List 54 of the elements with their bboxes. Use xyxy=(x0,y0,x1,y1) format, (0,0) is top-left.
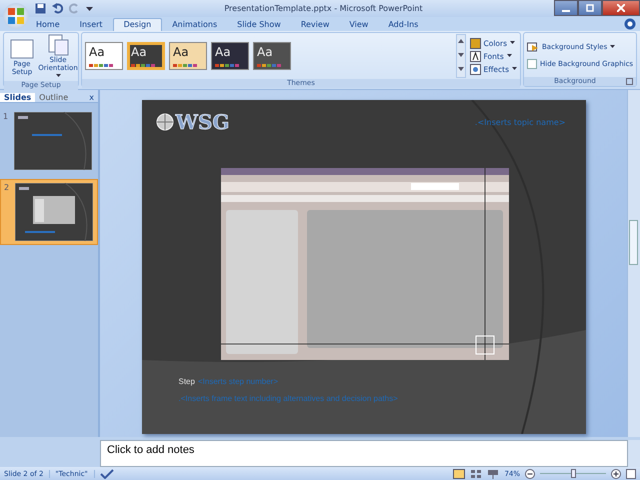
caret-icon xyxy=(510,41,515,45)
zoom-in-icon[interactable] xyxy=(611,468,621,478)
effects-icon xyxy=(470,64,480,74)
restore-icon xyxy=(586,4,594,12)
caret-icon xyxy=(56,74,60,78)
slide-show-icon[interactable] xyxy=(487,468,500,478)
theme-thumbnail[interactable]: Aa xyxy=(85,42,123,70)
restore-button[interactable] xyxy=(578,0,602,16)
spell-check-icon[interactable] xyxy=(100,468,114,478)
caret-icon xyxy=(506,54,512,58)
close-pane-button[interactable]: x xyxy=(89,93,94,102)
slide-thumbnail-item[interactable]: 2 xyxy=(0,179,98,245)
window-title: PresentationTemplate.pptx - Microsoft PowerPoint xyxy=(223,4,424,13)
ribbon-tab[interactable]: Home xyxy=(26,19,70,31)
minimize-button[interactable] xyxy=(554,0,578,16)
background-icon xyxy=(527,42,539,52)
ribbon-tab[interactable]: Add-Ins xyxy=(378,19,428,31)
caret-icon xyxy=(512,67,517,71)
ribbon-tab[interactable]: View xyxy=(339,19,378,31)
office-button[interactable] xyxy=(3,3,29,29)
gallery-scroll[interactable] xyxy=(456,34,466,78)
zoom-out-icon[interactable] xyxy=(525,468,535,478)
close-button[interactable] xyxy=(602,0,640,16)
pages-icon xyxy=(46,34,70,56)
theme-thumbnail[interactable]: Aa xyxy=(211,42,249,70)
fit-window-icon[interactable] xyxy=(626,468,636,478)
logo: WSG xyxy=(156,110,230,134)
normal-view-icon[interactable] xyxy=(453,468,466,478)
caret-icon[interactable] xyxy=(86,5,93,12)
slide-sorter-icon[interactable] xyxy=(470,468,482,478)
theme-thumbnail[interactable]: Aa xyxy=(127,42,165,70)
undo-icon[interactable] xyxy=(52,3,63,14)
close-icon xyxy=(617,4,625,12)
ribbon-tab[interactable]: Animations xyxy=(162,19,228,31)
panel-tab[interactable]: Slides xyxy=(0,93,36,102)
step-label: Step xyxy=(178,377,195,386)
font-icon xyxy=(470,50,480,62)
theme-thumbnail[interactable]: Aa xyxy=(169,42,207,70)
panel-tab[interactable]: Outline xyxy=(35,93,72,102)
ribbon-tab[interactable]: Slide Show xyxy=(227,19,291,31)
dialog-launcher-icon[interactable] xyxy=(626,78,633,85)
theme-thumbnail[interactable]: Aa xyxy=(253,42,291,70)
help-icon[interactable] xyxy=(624,18,636,30)
ribbon-tab[interactable]: Review xyxy=(290,19,340,31)
page-icon xyxy=(10,38,34,60)
scrollbar[interactable] xyxy=(627,90,640,437)
ribbon-tab[interactable]: Insert xyxy=(70,19,113,31)
palette-icon xyxy=(470,38,480,48)
scrollbar[interactable] xyxy=(628,440,640,467)
save-icon[interactable] xyxy=(35,3,46,14)
ribbon-tab[interactable]: Design xyxy=(112,18,162,31)
caret-icon xyxy=(610,45,616,49)
notes-field[interactable]: Click to add notes xyxy=(100,440,628,467)
globe-icon xyxy=(156,113,174,131)
